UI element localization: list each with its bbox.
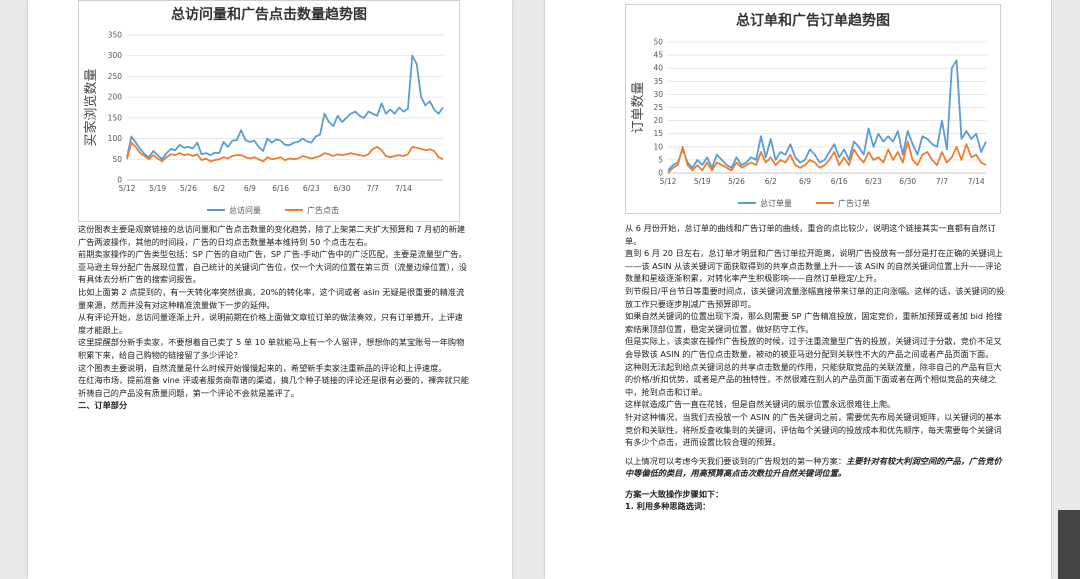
plan-paragraph: 以上情况可以考虑今天我们要谈到的广告规划的第一种方案：主要针对有较大利润空间的产…	[625, 455, 1005, 480]
plan-intro: 以上情况可以考虑今天我们要谈到的广告规划的第一种方案：	[625, 455, 847, 466]
x-tick-label: 7/14	[395, 184, 412, 193]
y-axis-label: 买家浏览数量	[83, 68, 99, 146]
y-axis-label: 订单数量	[631, 81, 646, 133]
x-tick-label: 6/16	[272, 184, 289, 193]
y-tick-label: 5	[658, 155, 663, 164]
chart-title: 总访问量和广告点击数量趋势图	[171, 6, 367, 23]
y-tick-label: 50	[112, 155, 122, 164]
y-tick-label: 40	[653, 64, 663, 73]
x-tick-label: 6/16	[831, 177, 848, 186]
y-tick-label: 20	[653, 116, 663, 125]
section-heading: 二、订单部分	[78, 400, 128, 411]
x-tick-label: 7/7	[367, 184, 379, 193]
x-tick-label: 5/19	[149, 184, 166, 193]
legend-label: 总访问量	[229, 205, 261, 215]
x-tick-label: 6/30	[334, 184, 351, 193]
x-tick-label: 5/12	[660, 177, 677, 186]
x-tick-label: 6/9	[244, 184, 256, 193]
y-tick-label: 350	[108, 31, 123, 40]
legend-label: 广告点击	[307, 205, 339, 215]
y-tick-label: 200	[108, 93, 123, 102]
traffic-chart-svg: 总访问量和广告点击数量趋势图0501001502002503003505/12 5…	[83, 6, 444, 215]
y-tick-label: 10	[653, 142, 663, 151]
orders-chart: 总订单和广告订单趋势图 0 5 10 15 20 25 30 35 40 45 50 5/12 5/19 5…	[625, 4, 1001, 214]
x-tick-label: 5/26	[728, 177, 745, 186]
y-tick-label: 250	[108, 72, 123, 81]
document-page-left: 总访问量和广告点击数量趋势图 0 50 100 150 200 250 300 350 5/12 5…	[28, 0, 512, 579]
paragraph: 前期卖家操作的广告类型包括：SP 广告的自动广告，SP 广告-手动广告中的广泛匹…	[78, 249, 467, 285]
left-text-body: 这份图表主要是观察链接的总访问量和广告点击数量的变化趋势，除了上架第二天扩大预算…	[78, 223, 470, 412]
y-tick-label: 150	[108, 113, 123, 122]
y-tick-label: 15	[653, 129, 663, 138]
orders-chart-svg: 总订单和广告订单趋势图051015202530354045505/12 5/19 5…	[631, 12, 987, 208]
x-tick-label: 6/30	[899, 177, 916, 186]
y-tick-label: 300	[108, 51, 123, 60]
paragraph: 在红海市场，提前准备 vine 评或者服务商靠谱的渠道，搞几个种子链接的评论还是…	[78, 375, 469, 398]
paragraph: 如果自然关键词的位置出现下滑，那么则需要 SP 广告精准投放，固定竞价，重新加预…	[625, 311, 1003, 334]
chart-title: 总订单和广告订单趋势图	[736, 12, 890, 29]
legend-label: 总订单量	[760, 198, 792, 208]
x-tick-label: 5/12	[119, 184, 136, 193]
step-1: 1. 利用多种思路选词：	[625, 501, 711, 512]
document-page-right: 总订单和广告订单趋势图 0 5 10 15 20 25 30 35 40 45 50 5/12 5/19 5…	[545, 0, 1051, 579]
traffic-chart: 总访问量和广告点击数量趋势图 0 50 100 150 200 250 300 350 5/12 5…	[78, 0, 460, 222]
scrollbar-handle[interactable]	[1058, 510, 1080, 579]
paragraph: 直到 6 月 20 日左右，总订单才明显和广告订单拉开距离，说明广告投放有一部分…	[625, 248, 1004, 284]
legend-label: 广告订单	[838, 198, 870, 208]
y-tick-label: 100	[108, 134, 123, 143]
x-tick-label: 5/19	[694, 177, 711, 186]
series-line-1	[126, 54, 444, 161]
paragraph: 这样就造成广告一直在花钱，但是自然关键词的展示位置永远很难往上爬。	[625, 399, 896, 410]
x-tick-label: 6/9	[799, 177, 811, 186]
x-tick-label: 6/23	[865, 177, 882, 186]
paragraph: 从 6 月份开始，总订单的曲线和广告订单的曲线，重合的点比较少，说明这个链接其实…	[625, 223, 996, 246]
paragraph: 这种则无法起到给点关键词总的共享点击数量的作用，只能获取竞品的关联流量，除非自己…	[625, 361, 1002, 397]
paragraph: 从有评论开始，总访问量逐渐上升，说明前期在价格上面做文章拉订单的做法奏效，只有订…	[78, 312, 463, 335]
y-tick-label: 25	[653, 103, 663, 112]
y-tick-label: 45	[653, 51, 663, 60]
paragraph: 这个图表主要说明，自然流量是什么时候开始慢慢起来的，希望新手卖家注重新品的评论和…	[78, 362, 447, 373]
paragraph: 这里提醒部分新手卖家，不要想着自己卖了 5 单 10 单就能马上有一个人留评，想…	[78, 337, 465, 360]
x-tick-label: 5/26	[180, 184, 197, 193]
y-tick-label: 35	[653, 77, 663, 86]
steps-heading: 方案一大致操作步骤如下：	[625, 488, 724, 499]
paragraph: 比如上面第 2 点提到的，有一天转化率突然很高，20%的转化率，这个词或者 as…	[78, 286, 465, 310]
x-tick-label: 6/2	[765, 177, 777, 186]
series-line-1	[667, 59, 987, 172]
x-tick-label: 7/7	[936, 177, 948, 186]
right-text-body: 从 6 月份开始，总订单的曲线和广告订单的曲线，重合的点比较少，说明这个链接其实…	[625, 222, 1005, 513]
paragraph: 针对这种情况，当我们去投放一个 ASIN 的广告关键词之前，需要优先布局关键词矩…	[625, 411, 1002, 448]
x-tick-label: 6/23	[303, 184, 320, 193]
y-tick-label: 30	[653, 90, 663, 99]
paragraph: 到节假日/平台节日等重要时间点，该关键词流量涨幅直接带来订单的正向涨幅。这样的话…	[625, 285, 1005, 309]
paragraph: 但是实际上，该卖家在操作广告投放的时候，过于注重流量型广告的投放，关键词过于分散…	[625, 336, 1002, 359]
paragraph: 这份图表主要是观察链接的总访问量和广告点击数量的变化趋势，除了上架第二天扩大预算…	[78, 224, 466, 247]
x-tick-label: 7/14	[968, 177, 985, 186]
y-tick-label: 50	[653, 38, 663, 47]
x-tick-label: 6/2	[213, 184, 225, 193]
